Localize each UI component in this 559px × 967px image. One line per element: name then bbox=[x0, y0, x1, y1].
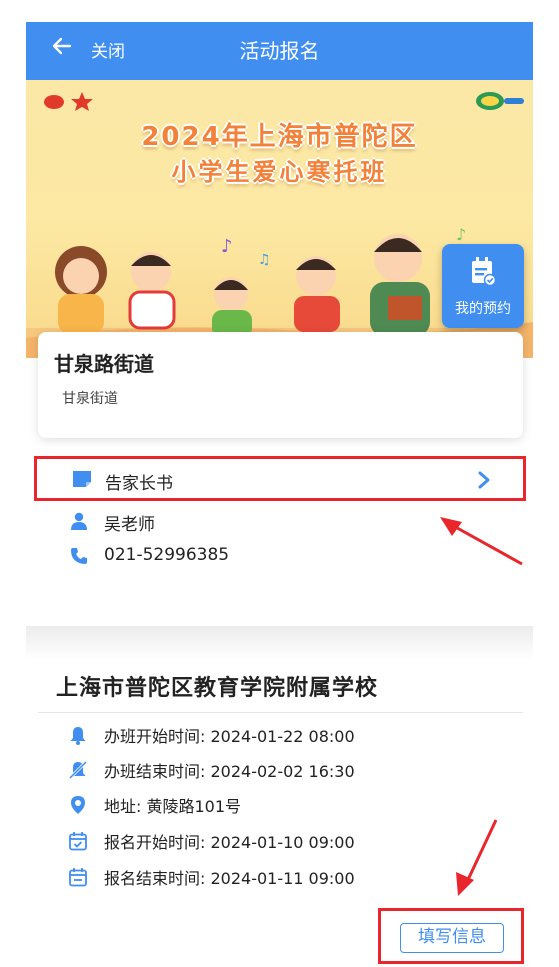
annotation-arrow bbox=[456, 819, 498, 896]
class-end-time: 办班结束时间: 2024-02-02 16:30 bbox=[104, 762, 355, 781]
divider bbox=[38, 712, 523, 713]
program-logo-icon bbox=[476, 92, 524, 110]
calendar-check-icon bbox=[472, 257, 496, 286]
address: 地址: 黄陵路101号 bbox=[104, 797, 242, 816]
chevron-right-icon bbox=[478, 471, 490, 489]
section-separator bbox=[26, 626, 533, 660]
signup-start-time: 报名开始时间: 2024-01-10 09:00 bbox=[104, 833, 355, 852]
person-icon bbox=[71, 512, 87, 530]
phone-icon bbox=[71, 548, 87, 564]
fill-info-button[interactable]: 填写信息 bbox=[400, 923, 504, 953]
school-name: 上海市普陀区教育学院附属学校 bbox=[56, 676, 379, 701]
svg-text:♪: ♪ bbox=[221, 236, 233, 257]
organizer-subtitle: 甘泉街道 bbox=[62, 391, 118, 407]
organizer-card: 甘泉路街道 甘泉街道 bbox=[38, 332, 523, 438]
annotation-arrow bbox=[440, 517, 523, 566]
bell-off-icon bbox=[68, 760, 88, 780]
calendar-minus-icon bbox=[69, 868, 87, 887]
signup-end-time: 报名结束时间: 2024-01-11 09:00 bbox=[104, 869, 355, 888]
phone-number: 021-52996385 bbox=[104, 545, 230, 565]
my-booking-button[interactable]: 我的预约 bbox=[442, 244, 524, 328]
parent-notice-row[interactable]: 告家长书 bbox=[34, 456, 526, 501]
page-title: 活动报名 bbox=[239, 39, 320, 63]
banner-title-line1: 2024年上海市普陀区 bbox=[141, 122, 418, 152]
svg-text:♫: ♫ bbox=[258, 252, 271, 268]
location-pin-icon bbox=[71, 796, 85, 814]
banner-title-line2: 小学生爱心寒托班 bbox=[171, 158, 388, 186]
my-booking-label: 我的预约 bbox=[455, 301, 511, 317]
teacher-name: 吴老师 bbox=[104, 515, 155, 535]
calendar-check-icon bbox=[69, 832, 87, 851]
document-icon bbox=[73, 471, 91, 487]
party-emblem-icon bbox=[44, 92, 93, 111]
svg-text:♪: ♪ bbox=[456, 225, 466, 244]
bell-icon bbox=[70, 727, 86, 745]
class-start-time: 办班开始时间: 2024-01-22 08:00 bbox=[104, 727, 355, 746]
organizer-name: 甘泉路街道 bbox=[54, 352, 154, 376]
parent-notice-label: 告家长书 bbox=[105, 474, 173, 494]
